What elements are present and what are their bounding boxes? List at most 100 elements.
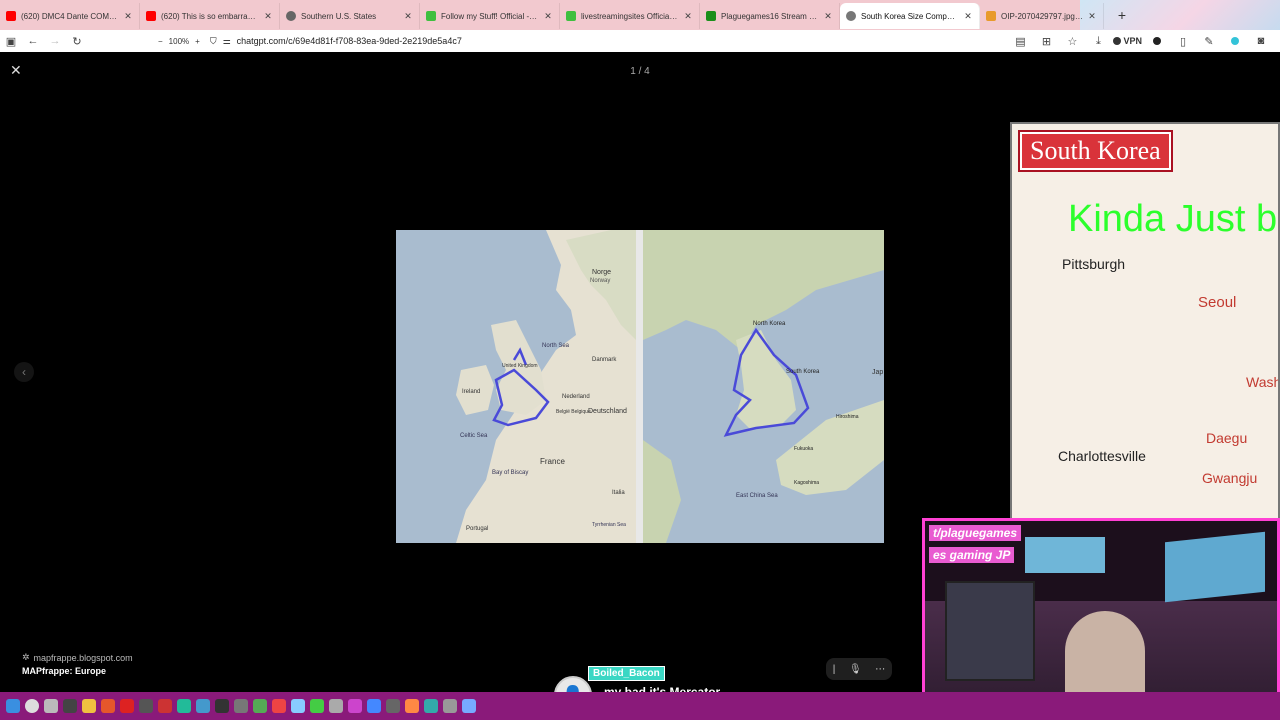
browser-toolbar: ▣ ← → ↻ − 100% + ⛉ ⚌ chatgpt.com/c/69e4d… bbox=[0, 30, 1280, 52]
site-info-icon[interactable]: ⛉ bbox=[210, 36, 217, 47]
app-icon[interactable] bbox=[443, 699, 457, 713]
reload-button[interactable]: ↻ bbox=[66, 31, 88, 51]
tab-title: OIP-2070429797.jpg (JPEG Ima bbox=[1001, 11, 1083, 21]
zoom-out-button[interactable]: − bbox=[158, 37, 163, 46]
next-image-preview[interactable]: South Korea Kinda Just be Pittsburgh Seo… bbox=[1010, 122, 1280, 522]
windows-start-icon[interactable] bbox=[6, 699, 20, 713]
file-explorer-icon[interactable] bbox=[82, 699, 96, 713]
city-charlottesville: Charlottesville bbox=[1058, 448, 1146, 464]
image-icon bbox=[986, 11, 996, 21]
map-comparison-image: Norge Norway North Sea United Kingdom Ir… bbox=[396, 230, 884, 543]
tab-embarrassing[interactable]: (620) This is so embarrassing... ✕ bbox=[140, 3, 280, 29]
tab-oip-jpeg[interactable]: OIP-2070429797.jpg (JPEG Ima ✕ bbox=[980, 3, 1104, 29]
app-icon[interactable] bbox=[424, 699, 438, 713]
close-icon[interactable]: ✕ bbox=[10, 62, 22, 79]
microphone-icon[interactable]: 🎙 bbox=[849, 664, 862, 675]
close-icon[interactable]: ✕ bbox=[403, 11, 413, 22]
app-icon[interactable] bbox=[158, 699, 172, 713]
tab-title: Southern U.S. States bbox=[301, 11, 377, 21]
forward-button[interactable]: → bbox=[44, 31, 66, 51]
app-icon[interactable] bbox=[215, 699, 229, 713]
app-icon[interactable] bbox=[120, 699, 134, 713]
label-east-china-sea: East China Sea bbox=[736, 493, 778, 499]
extension-icon[interactable]: ▯ bbox=[1172, 31, 1194, 51]
tab-southern-states[interactable]: Southern U.S. States ✕ bbox=[280, 3, 420, 29]
label-bay-of-biscay: Bay of Biscay bbox=[492, 470, 528, 476]
close-icon[interactable]: ✕ bbox=[543, 11, 553, 22]
sidebar-icon[interactable]: ▣ bbox=[0, 31, 22, 51]
app-icon[interactable] bbox=[139, 699, 153, 713]
label-norway: Norway bbox=[590, 278, 610, 284]
tab-title: Follow my Stuff! Official - TikTok bbox=[441, 11, 539, 21]
tune-icon[interactable]: ⚌ bbox=[223, 36, 231, 47]
app-icon[interactable] bbox=[234, 699, 248, 713]
webcam-overlay: t/plaguegames es gaming JP bbox=[922, 518, 1280, 720]
close-icon[interactable]: ✕ bbox=[683, 11, 693, 22]
extension-icon[interactable] bbox=[1224, 31, 1246, 51]
streamer-subtitle: es gaming JP bbox=[929, 547, 1015, 563]
close-icon[interactable]: ✕ bbox=[823, 11, 833, 22]
linktree-icon bbox=[426, 11, 436, 21]
app-icon[interactable] bbox=[367, 699, 381, 713]
image-counter: 1 / 4 bbox=[630, 66, 650, 77]
city-seoul: Seoul bbox=[1198, 294, 1237, 311]
task-view-icon[interactable] bbox=[44, 699, 58, 713]
app-icon[interactable] bbox=[462, 699, 476, 713]
city-daegu: Daegu bbox=[1206, 430, 1248, 446]
app-icon[interactable] bbox=[329, 699, 343, 713]
anime-theme-decoration bbox=[1080, 0, 1280, 30]
more-options-icon[interactable]: ⋯ bbox=[875, 664, 885, 675]
download-icon[interactable]: ⤓ bbox=[1087, 31, 1109, 51]
image-source-link[interactable]: ✲ mapfrappe.blogspot.com bbox=[22, 652, 133, 663]
vpn-button[interactable]: VPN bbox=[1113, 36, 1142, 46]
tab-title: livestreamingsites Official: X, Tw bbox=[581, 11, 679, 21]
label-north-sea: North Sea bbox=[542, 343, 570, 349]
app-icon[interactable] bbox=[253, 699, 267, 713]
source-site-label: mapfrappe.blogspot.com bbox=[33, 652, 133, 663]
app-icon[interactable] bbox=[196, 699, 210, 713]
app-icon[interactable] bbox=[272, 699, 286, 713]
app-icon[interactable] bbox=[348, 699, 362, 713]
previous-image-button[interactable]: ‹ bbox=[14, 362, 34, 382]
app-icon[interactable] bbox=[63, 699, 77, 713]
close-icon[interactable]: ✕ bbox=[963, 11, 973, 22]
image-source-title[interactable]: MAPfrappe: Europe bbox=[22, 666, 106, 676]
label-nederland: Nederland bbox=[562, 394, 590, 400]
label-fukuoka: Fukuoka bbox=[794, 446, 813, 452]
close-icon[interactable]: ✕ bbox=[123, 11, 133, 22]
tab-title: South Korea Size Comparison bbox=[861, 11, 959, 21]
tab-title: Plaguegames16 Stream - Watch bbox=[721, 11, 819, 21]
label-portugal: Portugal bbox=[466, 526, 488, 532]
tab-dmc4[interactable]: (620) DMC4 Dante COMBO MA ✕ bbox=[0, 3, 140, 29]
app-icon[interactable] bbox=[291, 699, 305, 713]
new-tab-button[interactable]: + bbox=[1112, 7, 1132, 23]
chatgpt-icon bbox=[286, 11, 296, 21]
bookmark-star-icon[interactable]: ☆ bbox=[1061, 31, 1083, 51]
city-washington: Washin bbox=[1246, 374, 1278, 390]
app-icon[interactable] bbox=[405, 699, 419, 713]
app-icon[interactable] bbox=[310, 699, 324, 713]
tab-livestreamingsites[interactable]: livestreamingsites Official: X, Tw ✕ bbox=[560, 3, 700, 29]
reader-icon[interactable]: ▤ bbox=[1009, 31, 1031, 51]
address-bar[interactable]: ⛉ ⚌ chatgpt.com/c/69e4d81f-f708-83ea-9de… bbox=[210, 36, 810, 47]
label-norge: Norge bbox=[592, 269, 611, 276]
label-deutschland: Deutschland bbox=[588, 408, 627, 415]
app-icon[interactable] bbox=[386, 699, 400, 713]
camera-icon[interactable]: ◙ bbox=[1250, 31, 1272, 51]
tab-tiktok[interactable]: Follow my Stuff! Official - TikTok ✕ bbox=[420, 3, 560, 29]
search-icon[interactable] bbox=[25, 699, 39, 713]
extension-icon[interactable]: ✎ bbox=[1198, 31, 1220, 51]
screenshot-icon[interactable]: ⊞ bbox=[1035, 31, 1057, 51]
close-icon[interactable]: ✕ bbox=[263, 11, 273, 22]
tab-south-korea[interactable]: South Korea Size Comparison ✕ bbox=[840, 3, 980, 29]
back-button[interactable]: ← bbox=[22, 31, 44, 51]
close-icon[interactable]: ✕ bbox=[1087, 11, 1097, 22]
url-text: chatgpt.com/c/69e4d81f-f708-83ea-9ded-2e… bbox=[236, 36, 462, 46]
app-icon[interactable] bbox=[101, 699, 115, 713]
extension-icon[interactable] bbox=[1146, 31, 1168, 51]
tab-kick-stream[interactable]: Plaguegames16 Stream - Watch ✕ bbox=[700, 3, 840, 29]
zoom-controls: − 100% + bbox=[158, 37, 200, 46]
zoom-in-button[interactable]: + bbox=[195, 37, 200, 46]
site-favicon-icon: ✲ bbox=[22, 652, 30, 662]
app-icon[interactable] bbox=[177, 699, 191, 713]
